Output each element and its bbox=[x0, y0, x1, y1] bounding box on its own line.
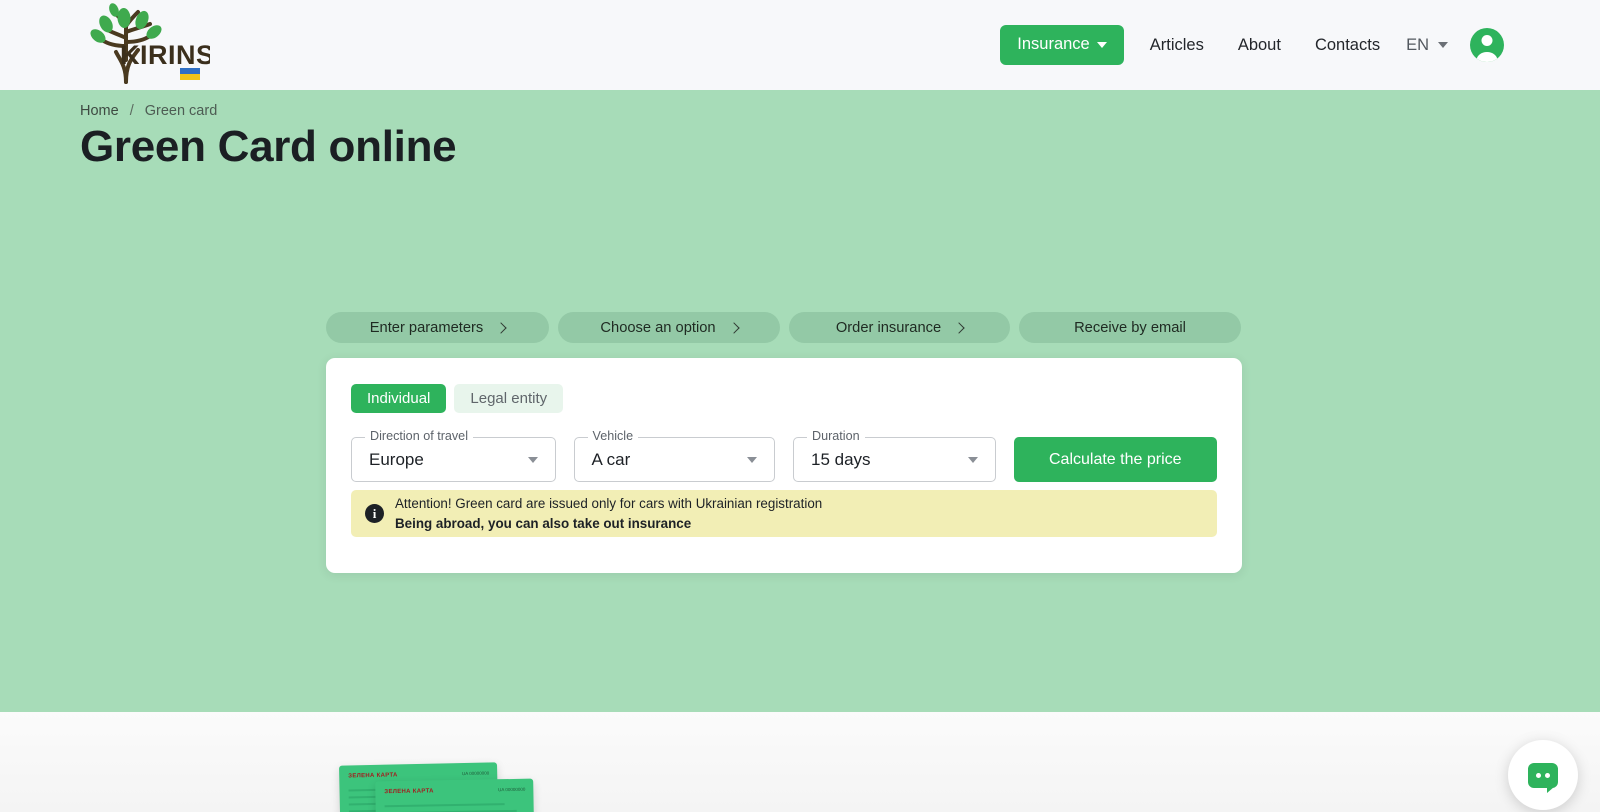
vehicle-select[interactable]: Vehicle A car bbox=[573, 430, 776, 482]
progress-stepper: Enter parameters Choose an option Order … bbox=[326, 312, 1241, 343]
chevron-down-icon bbox=[527, 457, 538, 463]
main-navigation: Insurance Articles About Contacts EN bbox=[1000, 0, 1504, 90]
breadcrumb-home[interactable]: Home bbox=[80, 103, 119, 119]
step-order-insurance[interactable]: Order insurance bbox=[789, 312, 1010, 343]
vehicle-label: Vehicle bbox=[587, 430, 639, 443]
info-icon: i bbox=[365, 504, 384, 523]
chat-bubble-icon bbox=[1528, 762, 1558, 793]
user-avatar-button[interactable] bbox=[1470, 28, 1504, 62]
step-label: Choose an option bbox=[600, 319, 716, 336]
site-logo[interactable]: KIRINS bbox=[80, 2, 210, 88]
site-header: KIRINS Insurance Articles About Contacts… bbox=[0, 0, 1600, 90]
nav-insurance-dropdown[interactable]: Insurance bbox=[1000, 25, 1124, 65]
tab-legal-entity-label: Legal entity bbox=[470, 390, 548, 407]
chevron-right-icon bbox=[727, 321, 740, 334]
bottom-section: ЗЕЛЕНА КАРТА UA 00000000 ЗЕЛЕНА КАРТА UA… bbox=[0, 712, 1600, 812]
breadcrumb: Home / Green card bbox=[80, 103, 217, 119]
step-choose-an-option[interactable]: Choose an option bbox=[558, 312, 780, 343]
nav-item-about[interactable]: About bbox=[1238, 36, 1281, 55]
notice-line-2: Being abroad, you can also take out insu… bbox=[395, 515, 692, 531]
green-card-title-back: ЗЕЛЕНА КАРТА bbox=[348, 772, 398, 780]
tab-individual[interactable]: Individual bbox=[351, 384, 447, 413]
chat-dot bbox=[1536, 772, 1541, 778]
direction-of-travel-label: Direction of travel bbox=[365, 430, 473, 443]
chevron-down-icon bbox=[967, 457, 978, 463]
green-card-title-front: ЗЕЛЕНА КАРТА bbox=[384, 788, 434, 796]
customer-type-toggle: Individual Legal entity bbox=[351, 384, 1217, 413]
page-root: KIRINS Insurance Articles About Contacts… bbox=[0, 0, 1600, 812]
page-title: Green Card online bbox=[80, 122, 457, 171]
chat-dot bbox=[1545, 772, 1550, 778]
notice-line-1: Attention! Green card are issued only fo… bbox=[395, 495, 823, 511]
direction-of-travel-value: Europe bbox=[369, 449, 424, 469]
nav-item-articles[interactable]: Articles bbox=[1150, 36, 1204, 55]
attention-notice-text: Attention! Green card are issued only fo… bbox=[395, 494, 822, 533]
chevron-down-icon bbox=[1438, 42, 1448, 48]
attention-notice: i Attention! Green card are issued only … bbox=[351, 490, 1217, 537]
calculator-card: Individual Legal entity Direction of tra… bbox=[326, 358, 1242, 573]
duration-select[interactable]: Duration 15 days bbox=[793, 430, 996, 482]
language-label: EN bbox=[1406, 35, 1429, 54]
green-card-code-back: UA 00000000 bbox=[461, 770, 490, 777]
vehicle-value: A car bbox=[591, 449, 631, 469]
step-receive-by-email[interactable]: Receive by email bbox=[1019, 312, 1241, 343]
step-label: Enter parameters bbox=[369, 319, 484, 336]
chevron-down-icon bbox=[1096, 41, 1107, 48]
breadcrumb-separator: / bbox=[129, 103, 134, 119]
svg-text:KIRINS: KIRINS bbox=[120, 40, 210, 70]
flag-yellow bbox=[180, 74, 200, 80]
avatar-body-icon bbox=[1476, 52, 1498, 62]
calculate-price-button[interactable]: Calculate the price bbox=[1013, 437, 1217, 482]
hero-section: Home / Green card Green Card online Ente… bbox=[0, 90, 1600, 712]
duration-label: Duration bbox=[807, 430, 865, 443]
breadcrumb-current: Green card bbox=[144, 103, 218, 119]
nav-item-contacts[interactable]: Contacts bbox=[1315, 36, 1380, 55]
tab-individual-label: Individual bbox=[367, 390, 431, 407]
chevron-down-icon bbox=[747, 457, 758, 463]
duration-value: 15 days bbox=[811, 449, 871, 469]
language-selector[interactable]: EN bbox=[1406, 36, 1448, 55]
chevron-right-icon bbox=[953, 321, 965, 334]
avatar-head-icon bbox=[1481, 35, 1493, 46]
nav-insurance-label: Insurance bbox=[1017, 35, 1090, 54]
tab-legal-entity[interactable]: Legal entity bbox=[454, 384, 564, 413]
chat-widget-button[interactable] bbox=[1508, 740, 1578, 810]
step-label: Receive by email bbox=[1074, 319, 1186, 336]
chevron-right-icon bbox=[495, 321, 507, 334]
step-label: Order insurance bbox=[835, 319, 942, 336]
form-fields-row: Direction of travel Europe Vehicle A car… bbox=[351, 430, 1217, 482]
green-card-code-front: UA 00000000 bbox=[498, 786, 526, 793]
kirins-tree-logo-icon: KIRINS bbox=[90, 3, 210, 84]
step-enter-parameters[interactable]: Enter parameters bbox=[326, 312, 549, 343]
direction-of-travel-select[interactable]: Direction of travel Europe bbox=[351, 430, 556, 482]
green-card-image-front: ЗЕЛЕНА КАРТА UA 00000000 bbox=[375, 778, 535, 812]
